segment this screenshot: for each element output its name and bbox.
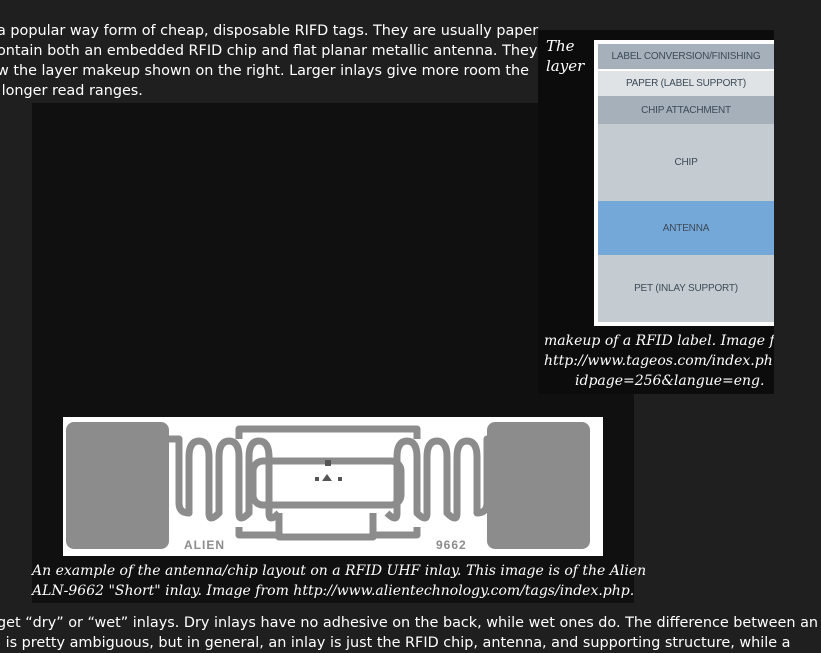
intro-line: longer read ranges. [0,83,143,99]
layer-pet: PET (INLAY SUPPORT) [598,255,774,322]
inlay-caption: An example of the antenna/chip layout on… [32,561,647,601]
layer-caption-top: The layer [546,36,584,76]
intro-paragraph: a popular way form of cheap, disposable … [0,21,538,101]
caption-line: An example of the antenna/chip layout on… [32,563,647,579]
layer-label-conversion: LABEL CONVERSION/FINISHING [598,44,774,69]
right-antenna-pad [487,422,590,549]
inlay-antenna-drawing: ALIEN 9662 [63,417,603,556]
layer-chip: CHIP [598,124,774,201]
bottom-paragraph: get “dry” or “wet” inlays. Dry inlays ha… [0,613,818,653]
layer-caption-bottom: makeup of a RFID label. Image fro http:/… [544,331,774,391]
layer-chip-attachment: CHIP ATTACHMENT [598,96,774,124]
caption-line: idpage=256&langue=eng. [575,373,765,389]
brand-label: ALIEN [184,538,225,552]
intro-line: a popular way form of cheap, disposable … [0,23,539,39]
layer-antenna: ANTENNA [598,201,774,255]
intro-line: ontain both an embedded RFID chip and fl… [0,43,538,59]
body-line: l is pretty ambiguous, but in general, a… [0,635,791,651]
rfid-inlay-image: ALIEN 9662 [63,417,603,556]
left-antenna-pad [66,422,169,549]
caption-line: layer [546,57,585,75]
body-line: get “dry” or “wet” inlays. Dry inlays ha… [0,615,819,631]
layer-makeup-image: LABEL CONVERSION/FINISHING PAPER (LABEL … [594,40,774,326]
caption-line: ALN-9662 "Short" inlay. Image from http:… [32,583,635,599]
layer-paper: PAPER (LABEL SUPPORT) [598,71,774,96]
caption-line: http://www.tageos.com/index.ph [544,353,773,369]
caption-line: The [546,37,575,55]
caption-line: makeup of a RFID label. Image fro [544,333,774,349]
model-label: 9662 [436,538,467,552]
intro-line: w the layer makeup shown on the right. L… [0,63,529,79]
